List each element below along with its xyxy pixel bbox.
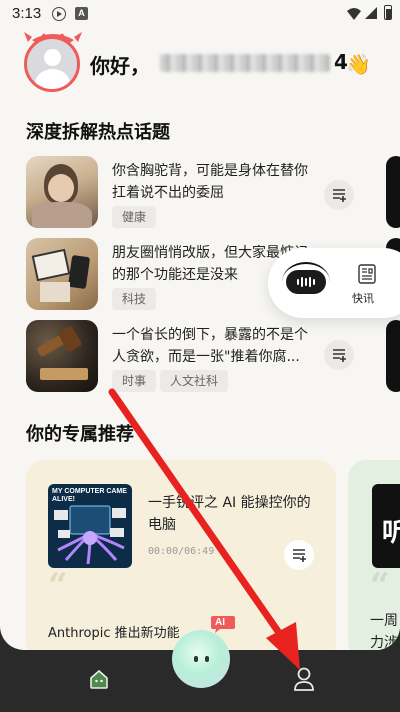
annotation-arrow [108, 388, 300, 670]
app-screen: 3:13 A 你好， 4 👋 深度拆解热点话题 你含胸驼背，可能是身体在替你扛着… [0, 0, 400, 712]
